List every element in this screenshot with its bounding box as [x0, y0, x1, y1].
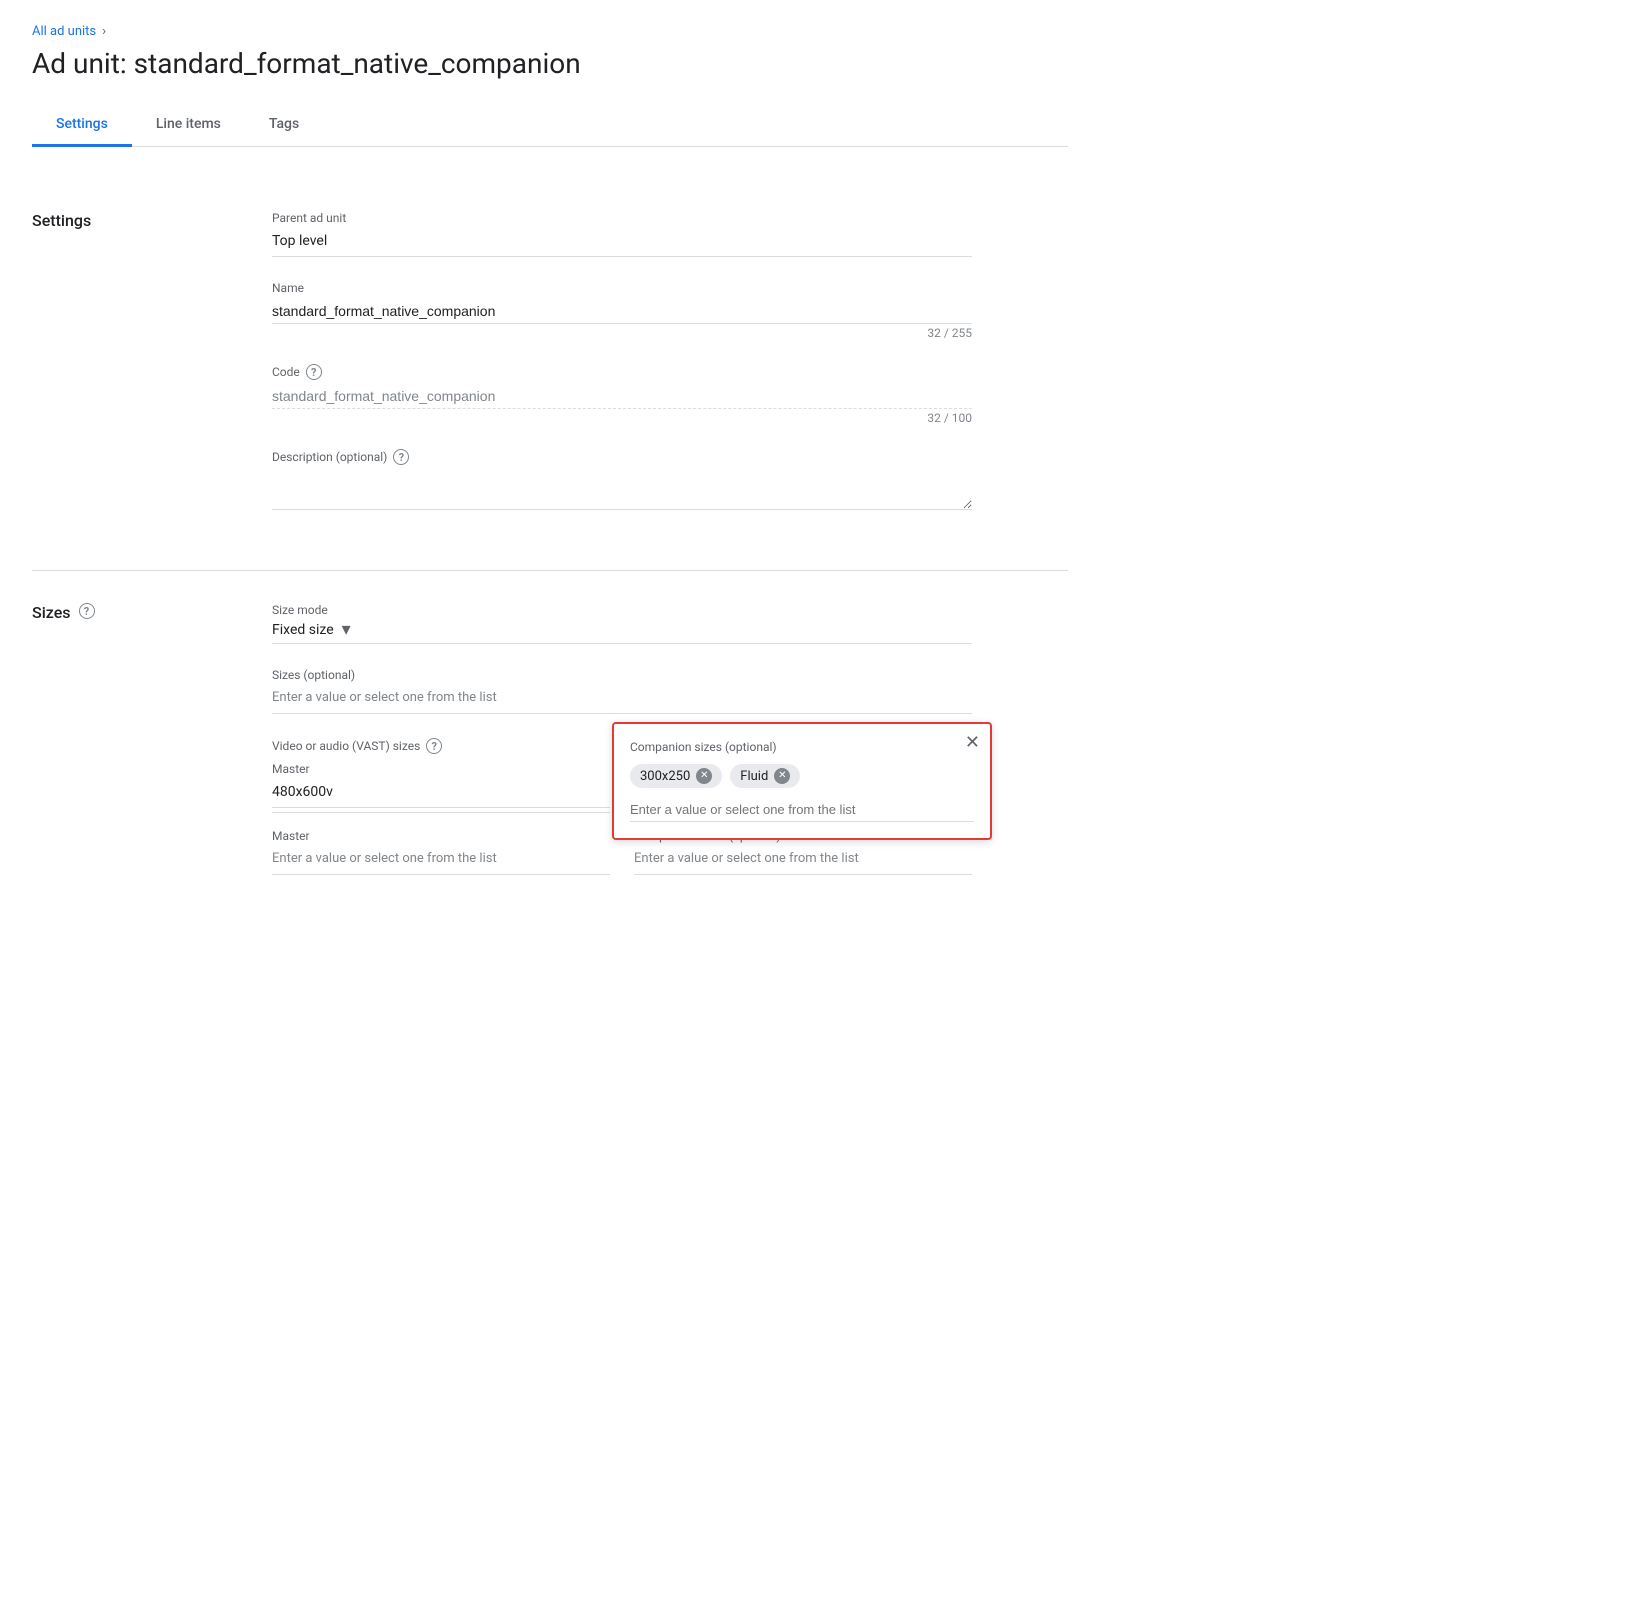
settings-section-content: Parent ad unit Top level Name 32 / 255 C… — [272, 211, 972, 538]
code-counter: 32 / 100 — [272, 411, 972, 425]
companion-popup: Companion sizes (optional) 300x250 ✕ Flu… — [612, 722, 992, 840]
chip-300x250-remove[interactable]: ✕ — [696, 768, 712, 784]
tab-tags[interactable]: Tags — [245, 104, 323, 147]
companion-popup-title: Companion sizes (optional) — [630, 740, 974, 754]
tab-line-items[interactable]: Line items — [132, 104, 245, 147]
chips-row: 300x250 ✕ Fluid ✕ — [630, 764, 974, 788]
size-mode-label: Size mode — [272, 603, 972, 617]
name-label: Name — [272, 281, 972, 295]
companion2-input[interactable]: Enter a value or select one from the lis… — [634, 847, 972, 875]
code-input[interactable] — [272, 384, 972, 409]
settings-section-label: Settings — [32, 211, 232, 538]
size-mode-value: Fixed size — [272, 622, 334, 638]
sizes-section-label: Sizes ? — [32, 603, 232, 899]
breadcrumb: All ad units › — [32, 24, 1068, 39]
sizes-help-icon[interactable]: ? — [79, 603, 95, 619]
chip-fluid-label: Fluid — [740, 769, 768, 784]
size-mode-dropdown[interactable]: Fixed size ▾ — [272, 621, 972, 644]
chip-300x250-label: 300x250 — [640, 769, 690, 784]
chip-fluid: Fluid ✕ — [730, 764, 800, 788]
page-title: Ad unit: standard_format_native_companio… — [32, 47, 1068, 80]
description-group: Description (optional) ? — [272, 449, 972, 514]
breadcrumb-chevron-icon: › — [102, 24, 106, 39]
parent-ad-unit-value: Top level — [272, 229, 972, 257]
code-group: Code ? 32 / 100 — [272, 364, 972, 425]
name-group: Name 32 / 255 — [272, 281, 972, 340]
settings-section: Settings Parent ad unit Top level Name 3… — [32, 179, 1068, 571]
companion-popup-close[interactable]: ✕ — [965, 734, 980, 752]
code-label: Code ? — [272, 364, 972, 380]
vast-group: Video or audio (VAST) sizes ? Master 480… — [272, 738, 972, 875]
parent-ad-unit-label: Parent ad unit — [272, 211, 972, 225]
tab-settings[interactable]: Settings — [32, 104, 132, 147]
dropdown-arrow-icon: ▾ — [342, 621, 351, 639]
parent-ad-unit-group: Parent ad unit Top level — [272, 211, 972, 257]
master2-input[interactable]: Enter a value or select one from the lis… — [272, 847, 610, 875]
chip-fluid-remove[interactable]: ✕ — [774, 768, 790, 784]
master-value: 480x600v — [272, 780, 610, 808]
master-companion-row: Master 480x600v Companion sizes (optiona… — [272, 762, 972, 813]
sizes-section: Sizes ? Size mode Fixed size ▾ Sizes (op… — [32, 571, 1068, 931]
description-input[interactable] — [272, 469, 972, 510]
vast-help-icon[interactable]: ? — [426, 738, 442, 754]
sizes-section-content: Size mode Fixed size ▾ Sizes (optional) … — [272, 603, 972, 899]
master2-field: Master Enter a value or select one from … — [272, 829, 610, 875]
companion-input[interactable] — [630, 798, 974, 822]
code-help-icon[interactable]: ? — [306, 364, 322, 380]
sizes-optional-label: Sizes (optional) — [272, 668, 972, 682]
master2-label: Master — [272, 829, 610, 843]
master-field: Master 480x600v — [272, 762, 610, 813]
name-input[interactable] — [272, 299, 972, 324]
breadcrumb-link[interactable]: All ad units — [32, 24, 96, 39]
sizes-optional-group: Sizes (optional) Enter a value or select… — [272, 668, 972, 714]
description-label: Description (optional) ? — [272, 449, 972, 465]
master-label: Master — [272, 762, 610, 776]
name-counter: 32 / 255 — [272, 326, 972, 340]
description-help-icon[interactable]: ? — [393, 449, 409, 465]
sizes-optional-input[interactable]: Enter a value or select one from the lis… — [272, 686, 972, 714]
chip-300x250: 300x250 ✕ — [630, 764, 722, 788]
size-mode-group: Size mode Fixed size ▾ — [272, 603, 972, 644]
tabs-row: Settings Line items Tags — [32, 104, 1068, 147]
